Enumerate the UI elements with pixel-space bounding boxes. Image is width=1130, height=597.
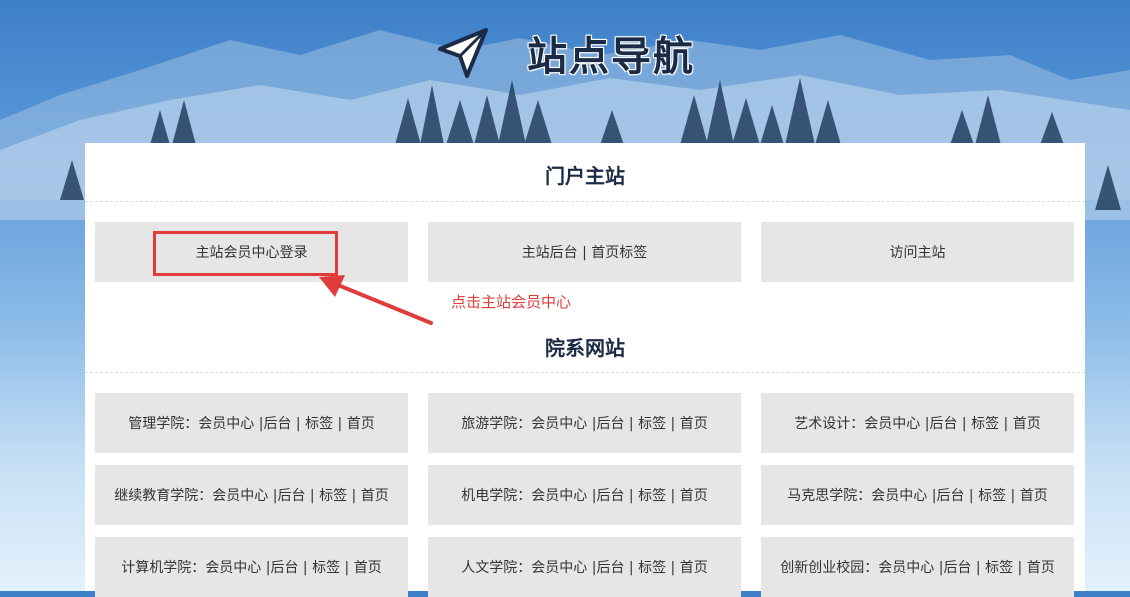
page-title: 站点导航	[527, 34, 695, 80]
portal-divider	[85, 201, 1085, 202]
navigation-panel: 门户主站 主站会员中心登录 主站后台 | 首页标签 访问主站 点击主站会员中心 …	[85, 143, 1085, 597]
paper-plane-icon	[438, 28, 488, 78]
title-group: 站点导航	[437, 24, 695, 82]
portal-section-title: 门户主站	[545, 164, 625, 188]
dept-link-computer[interactable]: 计算机学院：会员中心 |后台 | 标签 | 首页	[95, 537, 408, 597]
portal-link-admin-tags[interactable]: 主站后台 | 首页标签	[428, 222, 741, 282]
annotation-highlight-box	[153, 231, 338, 276]
dept-link-management[interactable]: 管理学院：会员中心 |后台 | 标签 | 首页	[95, 393, 408, 453]
page-header: 站点导航	[0, 0, 1130, 143]
departments-section-title: 院系网站	[545, 336, 625, 360]
dept-link-art-design[interactable]: 艺术设计：会员中心 |后台 | 标签 | 首页	[761, 393, 1074, 453]
annotation-arrow-icon	[319, 275, 433, 325]
dept-link-mechatronics[interactable]: 机电学院：会员中心 |后台 | 标签 | 首页	[428, 465, 741, 525]
dept-link-humanities[interactable]: 人文学院：会员中心 |后台 | 标签 | 首页	[428, 537, 741, 597]
departments-divider	[85, 372, 1085, 373]
dept-link-tourism[interactable]: 旅游学院：会员中心 |后台 | 标签 | 首页	[428, 393, 741, 453]
dept-link-innovation-campus[interactable]: 创新创业校园：会员中心 |后台 | 标签 | 首页	[761, 537, 1074, 597]
dept-link-marxism[interactable]: 马克思学院：会员中心 |后台 | 标签 | 首页	[761, 465, 1074, 525]
dept-link-continuing-education[interactable]: 继续教育学院：会员中心 |后台 | 标签 | 首页	[95, 465, 408, 525]
annotation-hint: 点击主站会员中心	[451, 293, 572, 311]
portal-link-visit-main[interactable]: 访问主站	[761, 222, 1074, 282]
